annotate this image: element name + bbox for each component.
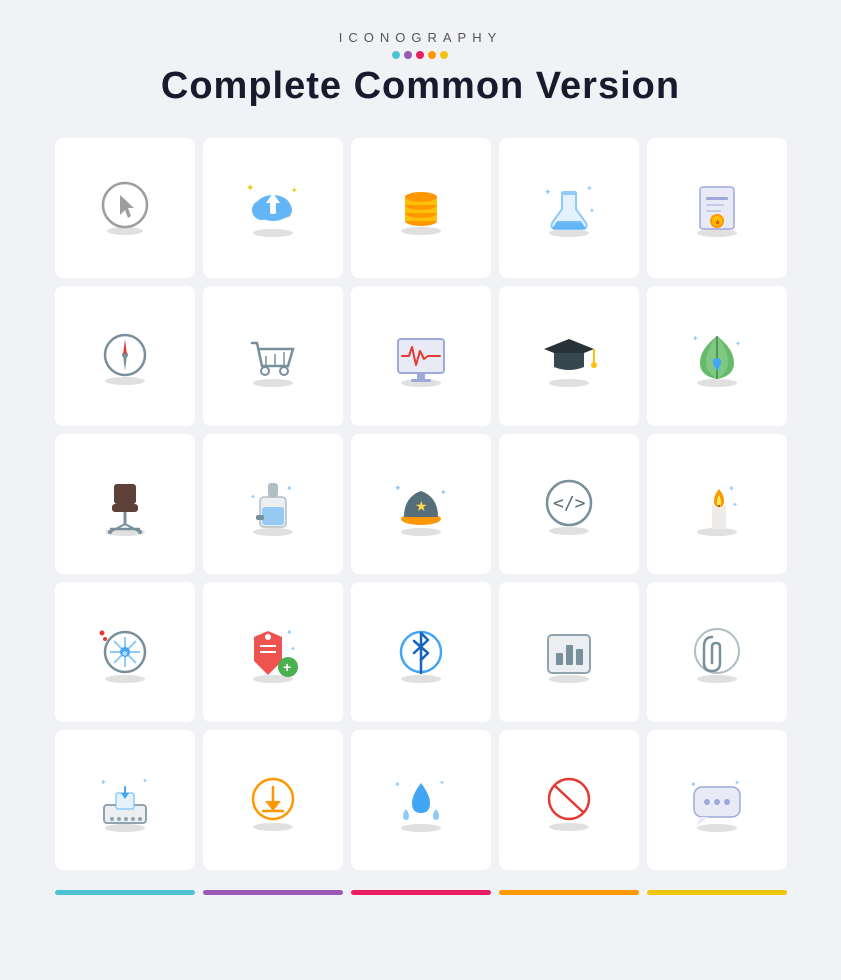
icon-cell-candle: ✦ ✦ (647, 434, 787, 574)
leaf-drop-icon: ✦ ✦ (682, 321, 752, 391)
bottom-bar-pink (351, 890, 491, 895)
water-drops-icon: ✦ ✦ (386, 765, 456, 835)
code-tag-icon: </> (534, 469, 604, 539)
svg-text:✦: ✦ (246, 183, 254, 194)
svg-text:</>: </> (553, 493, 586, 514)
icon-cell-shopping-cart (203, 286, 343, 426)
dot-yellow (440, 51, 448, 59)
svg-text:✦: ✦ (589, 207, 595, 215)
icon-cell-graduation-cap (499, 286, 639, 426)
svg-text:✦: ✦ (290, 645, 296, 653)
flask-icon: ✦ ✦ ✦ (534, 173, 604, 243)
office-chair-icon (90, 469, 160, 539)
svg-text:✦: ✦ (250, 493, 256, 501)
cursor-icon (90, 173, 160, 243)
svg-text:✦: ✦ (732, 501, 738, 509)
shopping-cart-icon (238, 321, 308, 391)
dot-purple (404, 51, 412, 59)
dot-pink (416, 51, 424, 59)
download-circle-icon (238, 765, 308, 835)
bottom-bar-yellow (647, 890, 787, 895)
candle-icon: ✦ ✦ (682, 469, 752, 539)
svg-text:✦: ✦ (734, 779, 740, 787)
bottom-bars (55, 890, 787, 895)
icon-cell-price-tag-add: ✦ ✦ + (203, 582, 343, 722)
graduation-cap-icon (534, 321, 604, 391)
icon-cell-database-coins (351, 138, 491, 278)
icon-cell-flask: ✦ ✦ ✦ (499, 138, 639, 278)
no-sign-icon (534, 765, 604, 835)
page-header: ICONOGRAPHY Complete Common Version (161, 30, 680, 108)
svg-text:✦: ✦ (692, 334, 699, 343)
svg-text:✦: ✦ (394, 483, 402, 493)
icon-cell-monitor-pulse (351, 286, 491, 426)
brand-title: ICONOGRAPHY (161, 30, 680, 45)
dot-cyan (392, 51, 400, 59)
svg-text:✦: ✦ (439, 779, 445, 787)
svg-text:★: ★ (714, 218, 721, 227)
icon-cell-paperclip (647, 582, 787, 722)
bottom-bar-purple (203, 890, 343, 895)
price-tag-add-icon: ✦ ✦ + (238, 617, 308, 687)
icon-cell-bluetooth (351, 582, 491, 722)
icon-cell-cursor (55, 138, 195, 278)
svg-text:✦: ✦ (440, 488, 447, 497)
cap-star-icon: ✦ ✦ ★ (386, 469, 456, 539)
icon-cell-cap-star: ✦ ✦ ★ (351, 434, 491, 574)
icon-cell-cloud-upload: ✦ ✦ ✦ (203, 138, 343, 278)
brand-dots (161, 51, 680, 59)
icon-cell-water-drops: ✦ ✦ (351, 730, 491, 870)
icon-cell-leaf-drop: ✦ ✦ (647, 286, 787, 426)
icon-cell-scanner: ✦ ✦ (55, 730, 195, 870)
icon-grid: ✦ ✦ ✦ (55, 138, 787, 870)
bluetooth-icon (386, 617, 456, 687)
paperclip-icon (682, 617, 752, 687)
svg-text:❄: ❄ (122, 650, 128, 658)
database-coins-icon (386, 173, 456, 243)
svg-text:✦: ✦ (394, 780, 401, 789)
icon-cell-code-tag: </> (499, 434, 639, 574)
chart-box-icon (534, 617, 604, 687)
svg-text:+: + (283, 659, 291, 675)
icon-cell-water-dispenser: ✦ ✦ (203, 434, 343, 574)
icon-cell-no-sign (499, 730, 639, 870)
certificate-icon: ★ (682, 173, 752, 243)
icon-cell-office-chair (55, 434, 195, 574)
scanner-icon: ✦ ✦ (90, 765, 160, 835)
icon-cell-chart-box (499, 582, 639, 722)
water-dispenser-icon: ✦ ✦ (238, 469, 308, 539)
bottom-bar-cyan (55, 890, 195, 895)
svg-text:✦: ✦ (100, 778, 107, 787)
icon-cell-compass-snow: ❄ (55, 582, 195, 722)
icon-cell-compass (55, 286, 195, 426)
icon-cell-certificate: ★ (647, 138, 787, 278)
svg-text:✦: ✦ (728, 484, 735, 493)
svg-text:★: ★ (415, 498, 428, 514)
compass-snow-icon: ❄ (90, 617, 160, 687)
svg-text:✦: ✦ (142, 777, 148, 785)
svg-text:✦: ✦ (286, 484, 293, 493)
chat-bubble-icon: ✦ ✦ (682, 765, 752, 835)
icon-cell-chat-bubble: ✦ ✦ (647, 730, 787, 870)
svg-text:✦: ✦ (735, 340, 741, 348)
cloud-upload-icon: ✦ ✦ ✦ (238, 173, 308, 243)
dot-orange (428, 51, 436, 59)
icon-cell-download-circle (203, 730, 343, 870)
page-title: Complete Common Version (161, 65, 680, 108)
monitor-pulse-icon (386, 321, 456, 391)
svg-text:✦: ✦ (291, 186, 298, 195)
svg-text:✦: ✦ (286, 628, 293, 637)
svg-text:✦: ✦ (586, 184, 593, 193)
bottom-bar-orange (499, 890, 639, 895)
svg-text:✦: ✦ (690, 780, 697, 789)
svg-text:✦: ✦ (544, 187, 552, 197)
compass-icon (90, 321, 160, 391)
